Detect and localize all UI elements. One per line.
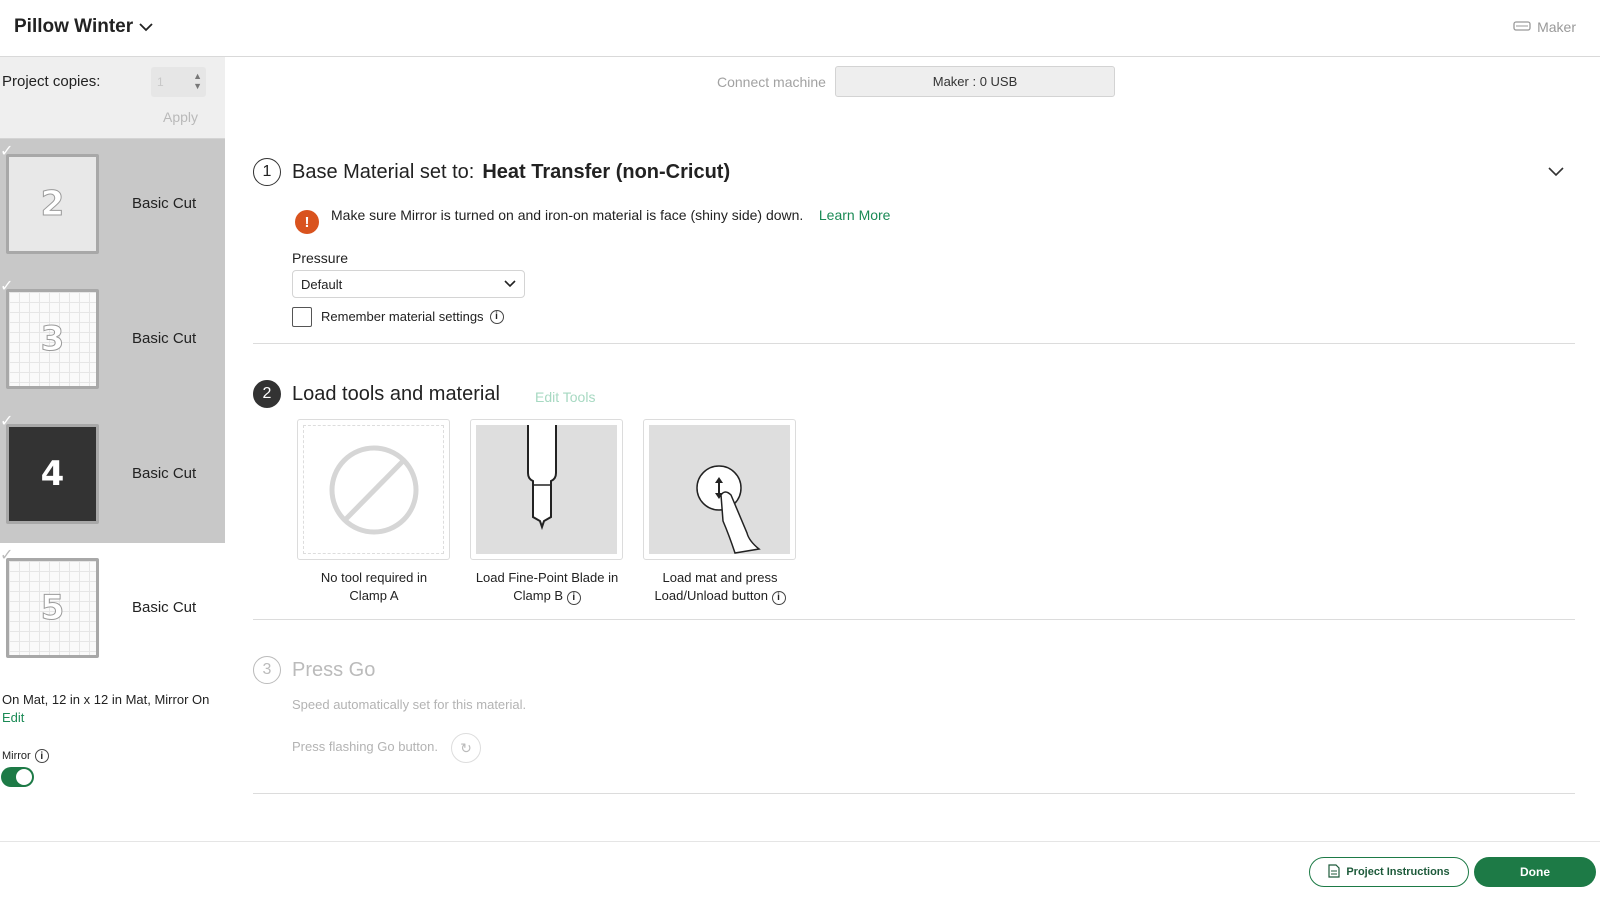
tool-caption-clamp-b: Load Fine-Point Blade in Clamp B i: [462, 569, 632, 605]
machine-label: Maker: [1537, 19, 1576, 35]
project-instructions-label: Project Instructions: [1346, 866, 1450, 878]
go-button-icon: ↻: [451, 733, 481, 763]
step-divider: [253, 343, 1575, 344]
document-icon: [1328, 863, 1340, 881]
step-3-number: 3: [253, 656, 281, 684]
mat-label: Basic Cut: [132, 465, 197, 482]
caption-text: Clamp B: [513, 588, 564, 603]
info-icon[interactable]: i: [771, 591, 786, 605]
mat-number: 5: [40, 588, 65, 629]
copies-stepper[interactable]: 1 ▲ ▼: [151, 67, 206, 97]
fine-point-blade-image: [476, 425, 617, 554]
no-tool-image: [303, 425, 444, 554]
tool-card-clamp-b: [470, 419, 623, 560]
step-1-number: 1: [253, 158, 281, 186]
project-copies-panel: Project copies: 1 ▲ ▼ Apply: [0, 57, 225, 139]
machine-icon: [1513, 19, 1531, 35]
project-title-dropdown[interactable]: Pillow Winter: [14, 16, 153, 38]
info-icon[interactable]: i: [489, 309, 504, 324]
caption-line: Clamp B i: [462, 587, 632, 605]
machine-badge: Maker: [1513, 19, 1576, 35]
mat-number: 4: [40, 454, 65, 494]
press-go-text: Press flashing Go button.: [292, 739, 438, 754]
speed-info-text: Speed automatically set for this materia…: [292, 697, 527, 712]
mat-thumbnail: 2: [6, 154, 99, 254]
step-1-title: Base Material set to: Heat Transfer (non-…: [292, 161, 730, 184]
mirror-label: Mirror: [2, 750, 31, 762]
pressure-value: Default: [301, 277, 343, 292]
copies-value: 1: [157, 75, 164, 89]
main-panel: Connect machine Maker : 0 USB 1 Base Mat…: [225, 57, 1600, 841]
step-1-title-text: Base Material set to:: [292, 161, 475, 183]
project-title: Pillow Winter: [14, 16, 134, 37]
mat-item-5[interactable]: ✓ 5 Basic Cut: [0, 543, 225, 678]
edit-mat-link[interactable]: Edit: [2, 709, 222, 727]
pressure-dropdown[interactable]: Default: [292, 270, 525, 298]
step-divider: [253, 793, 1575, 794]
mat-thumbnail: 5: [6, 558, 99, 658]
remember-settings-checkbox[interactable]: [292, 307, 312, 327]
connect-machine-select[interactable]: Maker : 0 USB: [835, 66, 1115, 97]
connect-machine-label: Connect machine: [717, 74, 826, 90]
mat-thumbnail: 3: [6, 289, 99, 389]
tool-caption-load-mat: Load mat and press Load/Unload button i: [635, 569, 805, 605]
mat-info: On Mat, 12 in x 12 in Mat, Mirror On Edi…: [2, 691, 222, 727]
apply-button[interactable]: Apply: [163, 109, 198, 125]
remember-settings-label: Remember material settings: [321, 309, 484, 324]
step-2-title: Load tools and material: [292, 383, 500, 405]
press-button-icon: [696, 465, 761, 554]
tool-caption-clamp-a: No tool required in Clamp A: [289, 569, 459, 605]
blade-icon: [527, 425, 557, 531]
mat-number: 3: [40, 319, 65, 360]
mirror-warning: Make sure Mirror is turned on and iron-o…: [331, 207, 951, 223]
mirror-label-row: Mirror i: [2, 749, 49, 763]
mat-label: Basic Cut: [132, 599, 197, 616]
remember-settings-label-row: Remember material settings i: [321, 309, 504, 324]
top-bar: Pillow Winter Maker: [0, 0, 1600, 57]
caption-line: No tool required in: [320, 570, 428, 585]
info-icon[interactable]: i: [566, 591, 581, 605]
mat-label: Basic Cut: [132, 330, 197, 347]
caption-line: Clamp A: [349, 588, 399, 603]
stepper-arrows-icon[interactable]: ▲ ▼: [193, 71, 202, 91]
step-3-title: Press Go: [292, 659, 376, 681]
caption-line: Load/Unload button i: [635, 587, 805, 605]
chevron-down-icon: [139, 16, 153, 38]
mirror-toggle[interactable]: [1, 767, 34, 787]
done-button[interactable]: Done: [1474, 857, 1596, 887]
mat-thumbnail: 4: [6, 424, 99, 524]
mat-list: ✓ 2 Basic Cut ✓ 3 Basic Cut ✓ 4 Basic Cu…: [0, 139, 225, 543]
base-material-name: Heat Transfer (non-Cricut): [482, 161, 731, 183]
project-instructions-button[interactable]: Project Instructions: [1309, 857, 1469, 887]
mat-item-3[interactable]: ✓ 3 Basic Cut: [0, 274, 225, 409]
caption-line: Load Fine-Point Blade in: [475, 570, 619, 585]
tool-card-load-mat: [643, 419, 796, 560]
edit-tools-link[interactable]: Edit Tools: [535, 389, 595, 405]
pressure-label: Pressure: [292, 250, 349, 266]
learn-more-link[interactable]: Learn More: [819, 207, 891, 223]
step-divider: [253, 619, 1575, 620]
info-icon[interactable]: i: [34, 749, 49, 763]
tool-card-clamp-a: [297, 419, 450, 560]
chevron-down-icon: [504, 276, 516, 291]
no-tool-icon: [329, 445, 419, 535]
collapse-chevron-icon[interactable]: [1548, 164, 1564, 182]
mat-info-text: On Mat, 12 in x 12 in Mat, Mirror On: [2, 692, 210, 707]
mat-number: 2: [40, 184, 65, 225]
mat-item-4[interactable]: ✓ 4 Basic Cut: [0, 409, 225, 544]
load-button-image: [649, 425, 790, 554]
warning-text: Make sure Mirror is turned on and iron-o…: [331, 207, 804, 223]
mat-sidebar: Project copies: 1 ▲ ▼ Apply ✓ 2 Basic Cut…: [0, 57, 225, 841]
mat-label: Basic Cut: [132, 195, 197, 212]
caption-text: Load/Unload button: [654, 588, 768, 603]
caption-line: Load mat and press: [662, 570, 778, 585]
copies-label: Project copies:: [2, 73, 101, 90]
step-2-number: 2: [253, 380, 281, 408]
mat-item-2[interactable]: ✓ 2 Basic Cut: [0, 139, 225, 274]
warning-icon: !: [295, 210, 319, 234]
